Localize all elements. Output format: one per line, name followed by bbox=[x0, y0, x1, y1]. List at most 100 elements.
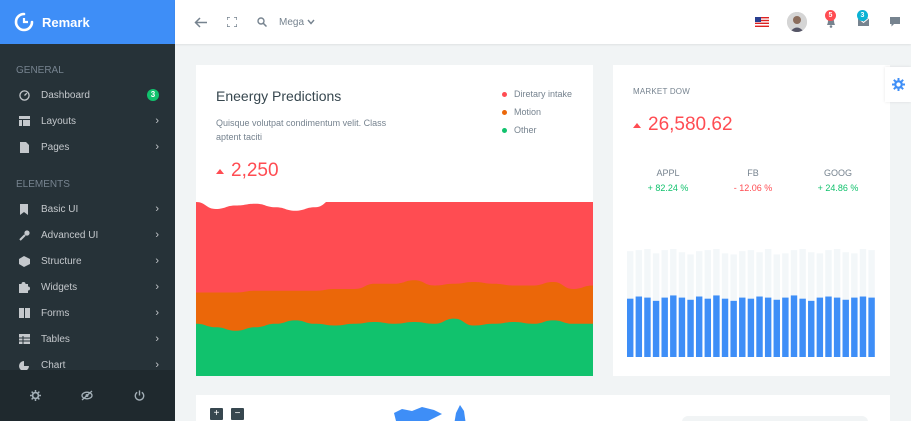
bookmark-icon bbox=[18, 203, 30, 215]
chart-legend: Diretary intake Motion Other bbox=[502, 85, 572, 139]
bar bbox=[799, 298, 806, 357]
bar bbox=[851, 297, 858, 357]
legend-dot-icon bbox=[502, 109, 507, 115]
brand-logo-icon bbox=[14, 12, 34, 32]
sidebar-footer bbox=[0, 370, 175, 421]
bar bbox=[635, 296, 643, 357]
bar bbox=[773, 299, 780, 357]
bar bbox=[790, 295, 798, 357]
bar bbox=[652, 300, 660, 357]
bar bbox=[670, 295, 677, 357]
zoom-in-button[interactable]: + bbox=[210, 408, 223, 420]
legend-label: Motion bbox=[514, 107, 542, 117]
sidebar-item-widgets[interactable]: Widgets › bbox=[0, 274, 175, 300]
chevron-right-icon: › bbox=[155, 307, 159, 319]
chevron-right-icon: › bbox=[155, 229, 159, 241]
bar bbox=[842, 299, 849, 357]
notifications-badge: 5 bbox=[825, 10, 836, 21]
sidebar-item-pages[interactable]: Pages › bbox=[0, 134, 175, 160]
bar bbox=[704, 298, 712, 357]
table-icon bbox=[18, 333, 30, 345]
bar bbox=[808, 300, 815, 357]
messages-button[interactable]: 3 bbox=[847, 0, 879, 44]
sidebar-item-tables[interactable]: Tables › bbox=[0, 326, 175, 352]
bar bbox=[739, 297, 746, 357]
sidebar-item-structure[interactable]: Structure › bbox=[0, 248, 175, 274]
map-search-bar[interactable] bbox=[682, 416, 868, 421]
bar bbox=[661, 297, 668, 357]
structure-icon bbox=[18, 255, 30, 267]
ticker-change: + 24.86 % bbox=[817, 183, 859, 193]
ticker-change: + 82.24 % bbox=[647, 183, 689, 193]
ticker-name: APPL bbox=[656, 168, 680, 178]
bar bbox=[687, 299, 694, 357]
zoom-out-button[interactable]: − bbox=[231, 408, 244, 420]
legend-item: Motion bbox=[502, 103, 572, 121]
user-avatar-button[interactable] bbox=[779, 0, 815, 44]
chevron-right-icon: › bbox=[155, 281, 159, 293]
energy-area-chart bbox=[196, 202, 593, 376]
flag-us-icon[interactable] bbox=[745, 0, 779, 44]
bar bbox=[644, 297, 651, 357]
ticker-name: GOOG bbox=[823, 168, 852, 178]
messages-badge: 3 bbox=[857, 10, 868, 21]
notifications-button[interactable]: 5 bbox=[815, 0, 847, 44]
bar bbox=[695, 296, 703, 357]
chevron-right-icon: › bbox=[155, 141, 159, 153]
ticker-name: FB bbox=[747, 168, 759, 178]
bar bbox=[747, 298, 755, 357]
brand-header[interactable]: Remark bbox=[0, 0, 175, 44]
chevron-right-icon: › bbox=[155, 333, 159, 345]
chevron-right-icon: › bbox=[155, 203, 159, 215]
sidebar-item-chart[interactable]: Chart › bbox=[0, 352, 175, 370]
arrow-left-icon[interactable] bbox=[175, 0, 225, 44]
triangle-up-icon bbox=[216, 168, 224, 174]
sidebar-item-label: Layouts bbox=[41, 115, 77, 127]
sidebar-item-forms[interactable]: Forms › bbox=[0, 300, 175, 326]
mega-menu-dropdown[interactable]: Mega bbox=[279, 0, 315, 44]
legend-item: Other bbox=[502, 121, 572, 139]
sidebar-item-basic-ui[interactable]: Basic UI › bbox=[0, 196, 175, 222]
power-icon[interactable] bbox=[129, 386, 149, 406]
tickers: APPL + 82.24 % FB - 12.06 % GOOG + 24.86… bbox=[633, 168, 873, 193]
bar bbox=[721, 298, 729, 357]
search-icon[interactable] bbox=[247, 0, 277, 44]
chat-icon[interactable] bbox=[879, 0, 911, 44]
energy-value: 2,250 bbox=[216, 160, 279, 182]
wrench-icon bbox=[18, 229, 30, 241]
bar bbox=[825, 296, 832, 357]
energy-predictions-card: Eneergy Predictions Quisque volutpat con… bbox=[196, 65, 593, 376]
sidebar-item-label: Structure bbox=[41, 255, 82, 267]
ticker-change: - 12.06 % bbox=[733, 183, 773, 193]
sidebar-item-label: Forms bbox=[41, 307, 70, 319]
eye-slash-icon[interactable] bbox=[77, 386, 97, 406]
bar bbox=[627, 298, 634, 357]
ticker-appl: APPL + 82.24 % bbox=[633, 168, 703, 193]
topbar: Mega 5 3 bbox=[175, 0, 911, 44]
legend-dot-icon bbox=[502, 91, 507, 97]
settings-toggle[interactable] bbox=[885, 67, 911, 102]
card-title: Eneergy Predictions bbox=[216, 88, 342, 104]
sidebar-item-advanced-ui[interactable]: Advanced UI › bbox=[0, 222, 175, 248]
layouts-icon bbox=[18, 115, 30, 127]
pages-icon bbox=[18, 141, 30, 153]
market-value: 26,580.62 bbox=[633, 114, 733, 136]
chevron-right-icon: › bbox=[155, 359, 159, 370]
dashboard-icon bbox=[18, 89, 30, 101]
sidebar-item-dashboard[interactable]: Dashboard 3 bbox=[0, 82, 175, 108]
market-bar-chart bbox=[627, 249, 875, 357]
bar bbox=[868, 297, 875, 357]
fullscreen-icon[interactable] bbox=[225, 0, 239, 44]
sidebar-item-layouts[interactable]: Layouts › bbox=[0, 108, 175, 134]
map-region bbox=[394, 405, 466, 421]
settings-icon[interactable] bbox=[26, 386, 46, 406]
sidebar-item-label: Tables bbox=[41, 333, 70, 345]
bar bbox=[678, 297, 686, 357]
market-value-text: 26,580.62 bbox=[648, 114, 733, 135]
chevron-right-icon: › bbox=[155, 115, 159, 127]
sidebar-item-label: Advanced UI bbox=[41, 229, 99, 241]
bar bbox=[764, 297, 772, 357]
legend-item: Diretary intake bbox=[502, 85, 572, 103]
sidebar-item-label: Pages bbox=[41, 141, 70, 153]
brand-name: Remark bbox=[42, 14, 90, 30]
